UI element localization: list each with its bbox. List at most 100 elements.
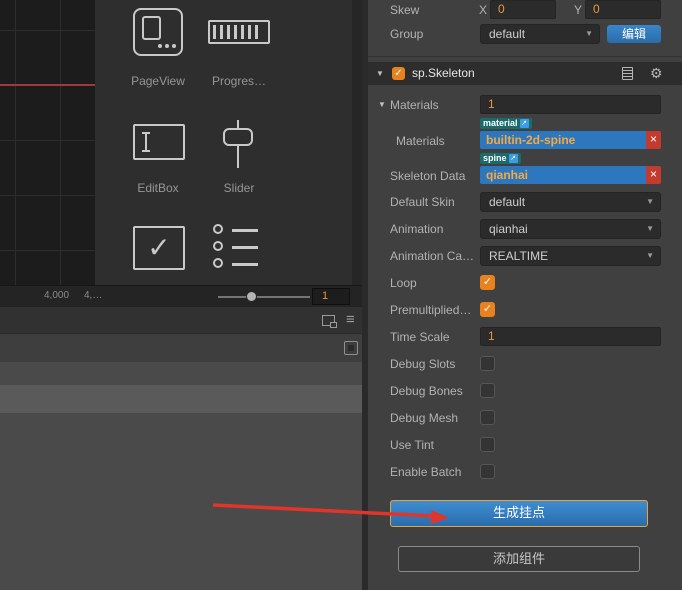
slider-icon[interactable] [215, 120, 261, 168]
materials-asset-block: Materials material ↗ builtin-2d-spine × [368, 118, 682, 151]
time-scale-row: Time Scale 1 [368, 327, 682, 347]
spine-type-tag[interactable]: spine ↗ [480, 153, 521, 164]
debug-mesh-checkbox[interactable] [480, 410, 495, 425]
assets-highlight-row[interactable] [0, 385, 362, 413]
skeleton-data-value[interactable]: qianhai [480, 166, 646, 184]
remove-skeleton-icon[interactable]: × [646, 166, 661, 184]
menu-icon[interactable]: ≡ [346, 311, 355, 329]
collapse-triangle-icon[interactable]: ▼ [378, 95, 386, 115]
group-row: Group default ▼ 编辑 [368, 24, 682, 44]
skew-label: Skew [390, 3, 420, 17]
animation-label: Animation [390, 222, 444, 236]
skew-y-field[interactable]: 0 [585, 0, 661, 19]
left-panels: PageView Progres… EditBox Slider ✓ 4,000… [0, 0, 362, 590]
materials-asset-value[interactable]: builtin-2d-spine [480, 131, 646, 149]
animation-dropdown[interactable]: qianhai ▼ [480, 219, 661, 239]
debug-mesh-row: Debug Mesh [368, 408, 682, 428]
debug-slots-checkbox[interactable] [480, 356, 495, 371]
toggle-icon[interactable]: ✓ [133, 226, 185, 270]
editbox-caret [145, 133, 147, 151]
panel-checkbox-icon[interactable] [344, 341, 358, 355]
widget-library-panel: PageView Progres… EditBox Slider ✓ [95, 0, 362, 285]
animation-value: qianhai [489, 222, 528, 236]
progressbar-icon[interactable] [208, 20, 270, 44]
grid-line [0, 30, 95, 31]
time-scale-field[interactable]: 1 [480, 327, 661, 346]
skeleton-data-block: Skeleton Data spine ↗ qianhai × [368, 153, 682, 186]
animation-cache-value: REALTIME [489, 249, 549, 263]
group-edit-button[interactable]: 编辑 [607, 25, 661, 43]
animation-row: Animation qianhai ▼ [368, 219, 682, 239]
grid-line [0, 140, 95, 141]
default-skin-value: default [489, 195, 526, 209]
toggle-group-icon[interactable] [213, 224, 261, 272]
grid-line [60, 0, 61, 285]
panel-subheader [0, 333, 362, 362]
add-component-button[interactable]: 添加组件 [398, 546, 640, 572]
zoom-slider-track[interactable] [218, 296, 310, 298]
material-type-tag[interactable]: material ↗ [480, 118, 532, 129]
gear-icon[interactable]: ⚙ [650, 63, 663, 84]
ruler-label: 4,… [84, 290, 103, 301]
default-skin-row: Default Skin default ▼ [368, 192, 682, 212]
premultiplied-row: Premultiplied… ✓ [368, 300, 682, 320]
default-skin-dropdown[interactable]: default ▼ [480, 192, 661, 212]
pageview-icon[interactable] [133, 8, 183, 56]
scene-axis-line [0, 84, 95, 86]
scene-bottom-bar: 4,000 4,… 1 [0, 285, 362, 307]
skew-x-label: X [479, 3, 488, 17]
materials-field-label: Materials [396, 134, 445, 148]
editor-window: PageView Progres… EditBox Slider ✓ 4,000… [0, 0, 682, 590]
skew-x-field[interactable]: 0 [490, 0, 556, 19]
default-skin-label: Default Skin [390, 195, 455, 209]
zoom-slider-handle[interactable] [246, 291, 257, 302]
skew-row: Skew X 0 Y 0 [368, 0, 682, 20]
chevron-down-icon: ▼ [585, 29, 593, 38]
materials-asset-field: builtin-2d-spine × [480, 131, 661, 149]
widget-label-editbox: EditBox [137, 181, 179, 195]
generate-mount-point-button[interactable]: 生成挂点 [390, 500, 648, 527]
chevron-down-icon: ▼ [646, 197, 654, 206]
use-tint-label: Use Tint [390, 438, 435, 452]
grid-line [0, 250, 95, 251]
enable-batch-label: Enable Batch [390, 465, 462, 479]
scene-view[interactable] [0, 0, 95, 285]
editbox-caret-serif [142, 150, 150, 152]
divider-line [368, 56, 682, 57]
materials-count-row: ▼ Materials 1 [368, 95, 682, 115]
external-link-icon[interactable]: ↗ [519, 119, 529, 128]
remove-material-icon[interactable]: × [646, 131, 661, 149]
animation-cache-dropdown[interactable]: REALTIME ▼ [480, 246, 661, 266]
help-doc-icon[interactable] [622, 67, 633, 80]
use-tint-checkbox[interactable] [480, 437, 495, 452]
premultiplied-checkbox[interactable]: ✓ [480, 302, 495, 317]
premultiplied-label: Premultiplied… [390, 303, 472, 317]
group-label: Group [390, 27, 424, 41]
component-header[interactable]: ▼ ✓ sp.Skeleton ⚙ [368, 62, 682, 85]
dock-panel-icon[interactable] [322, 315, 337, 328]
material-tag-text: material [483, 118, 518, 128]
zoom-value-field[interactable]: 1 [312, 288, 350, 305]
spine-tag-text: spine [483, 153, 507, 163]
debug-bones-label: Debug Bones [390, 384, 463, 398]
widget-label-pageview: PageView [131, 74, 185, 88]
slider-handle-shape [223, 128, 253, 146]
component-enabled-checkbox[interactable]: ✓ [392, 67, 405, 80]
widget-label-progressbar: Progres… [211, 74, 267, 88]
external-link-icon[interactable]: ↗ [508, 154, 518, 163]
editbox-icon[interactable] [133, 124, 185, 160]
assets-empty-area [0, 362, 362, 590]
loop-row: Loop ✓ [368, 273, 682, 293]
collapse-triangle-icon[interactable]: ▼ [376, 62, 384, 85]
group-dropdown[interactable]: default ▼ [480, 24, 600, 44]
debug-bones-row: Debug Bones [368, 381, 682, 401]
debug-bones-checkbox[interactable] [480, 383, 495, 398]
skeleton-data-label: Skeleton Data [390, 169, 466, 183]
enable-batch-checkbox[interactable] [480, 464, 495, 479]
materials-count-field[interactable]: 1 [480, 95, 661, 114]
chevron-down-icon: ▼ [646, 251, 654, 260]
widget-panel-scrollbar[interactable] [352, 0, 362, 285]
loop-checkbox[interactable]: ✓ [480, 275, 495, 290]
group-dropdown-value: default [489, 27, 526, 41]
inspector-panel: Skew X 0 Y 0 Group default ▼ 编辑 ▼ ✓ sp.S… [368, 0, 682, 590]
